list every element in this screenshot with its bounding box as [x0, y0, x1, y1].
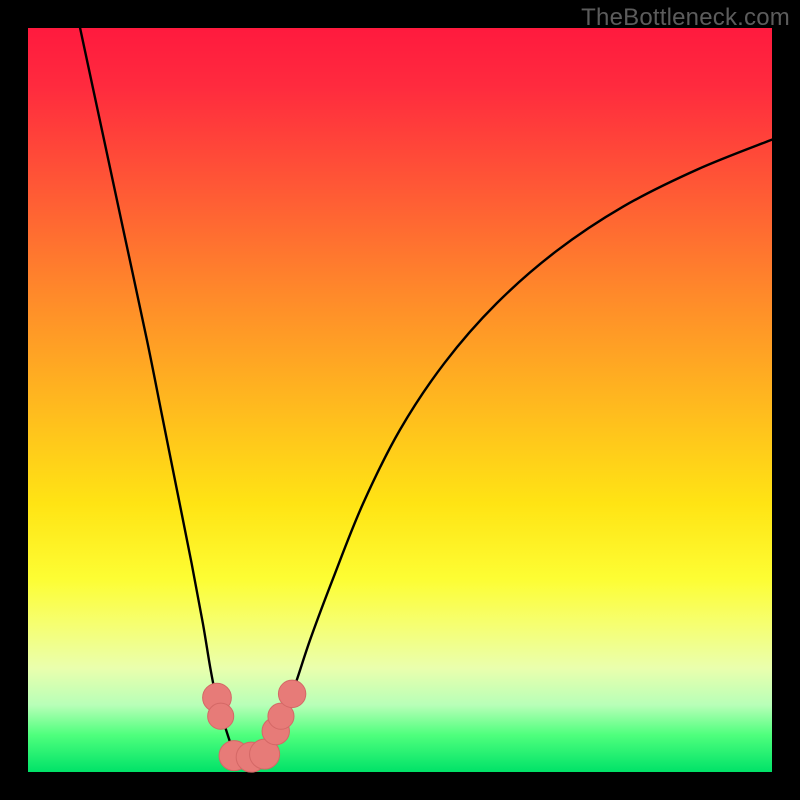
watermark-text: TheBottleneck.com: [581, 4, 790, 32]
curves-svg: [28, 28, 772, 772]
plot-area: [28, 28, 772, 772]
data-marker: [278, 680, 305, 707]
data-marker: [208, 703, 234, 729]
curve-left-branch: [80, 28, 233, 750]
chart-frame: TheBottleneck.com: [0, 0, 800, 800]
curve-right-branch: [266, 140, 772, 750]
data-markers: [203, 680, 306, 772]
